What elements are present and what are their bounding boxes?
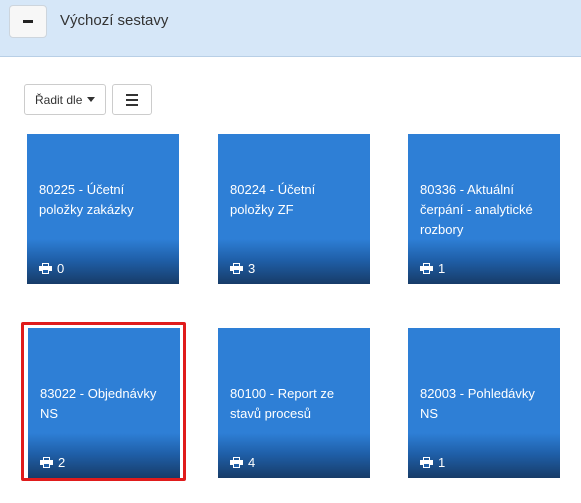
report-tile-footer: 1 [420,455,445,470]
list-icon-line [126,93,139,96]
toolbar: Řadit dle [24,84,153,115]
printer-icon [420,263,433,274]
report-tile-footer: 4 [230,455,255,470]
list-icon-line [126,98,139,101]
list-view-button[interactable] [112,84,153,115]
report-tile-label: 80100 - Report ze stavů procesů [230,386,335,421]
caret-down-icon [87,97,96,102]
report-tile[interactable]: 82003 - Pohledávky NS 1 [408,328,560,478]
printer-icon [230,457,243,468]
printer-icon [40,457,53,468]
minus-icon [23,20,33,23]
list-icon-line [126,103,139,106]
printer-icon [230,263,243,274]
report-tile-label: 83022 - Objednávky NS [40,386,157,421]
report-tile[interactable]: 80225 - Účetní položky zakázky 0 [27,134,179,284]
page-header: Výchozí sestavy [0,0,581,57]
report-tile[interactable]: 80224 - Účetní položky ZF 3 [218,134,370,284]
report-tile[interactable]: 80100 - Report ze stavů procesů 4 [218,328,370,478]
report-tile[interactable]: 80336 - Aktuální čerpání - analytické ro… [408,134,560,284]
printer-icon [39,263,52,274]
report-tile-footer: 2 [40,455,65,470]
page-title: Výchozí sestavy [60,12,169,29]
report-tile-footer: 0 [39,261,64,276]
print-count: 4 [248,455,256,470]
print-count: 1 [438,455,446,470]
print-count: 1 [438,261,446,276]
report-tile-label: 80225 - Účetní položky zakázky [39,182,134,217]
report-tile-label: 82003 - Pohledávky NS [420,386,535,421]
sort-dropdown-button[interactable]: Řadit dle [24,84,107,115]
report-tile[interactable]: 83022 - Objednávky NS 2 [28,328,180,478]
print-count: 3 [248,261,256,276]
sort-label: Řadit dle [35,92,83,107]
report-tile-label: 80336 - Aktuální čerpání - analytické ro… [420,182,533,237]
report-tile-footer: 1 [420,261,445,276]
report-tile-footer: 3 [230,261,255,276]
print-count: 2 [58,455,66,470]
printer-icon [420,457,433,468]
print-count: 0 [57,261,65,276]
collapse-button[interactable] [9,5,47,38]
report-tile-label: 80224 - Účetní položky ZF [230,182,316,217]
